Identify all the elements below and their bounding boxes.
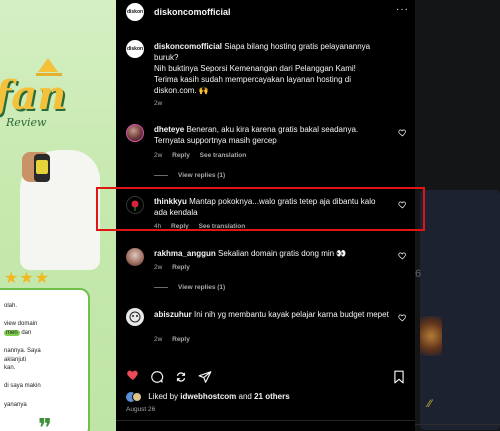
cartoon-avatar-icon	[129, 311, 141, 323]
background-divider	[415, 424, 500, 425]
background-mark: ⁄⁄	[428, 398, 432, 410]
avatar[interactable]	[126, 308, 144, 326]
post-date: August 26	[126, 406, 156, 413]
avatar[interactable]	[126, 124, 144, 142]
comment-username[interactable]: rakhma_anggun	[154, 249, 216, 258]
liked-by-user[interactable]: idwebhostcom	[180, 392, 236, 401]
reply-link[interactable]: Reply	[172, 264, 190, 271]
like-heart-icon[interactable]	[398, 313, 407, 322]
comment-time: 2w	[154, 336, 163, 343]
comment-text: diskoncomofficial Siapa bilang hosting g…	[154, 41, 390, 96]
comment-meta: 2w Reply	[154, 336, 198, 343]
review-card-line: view domain men dan	[4, 321, 38, 336]
comment-meta: 2w Reply	[154, 264, 198, 271]
image-review-word: Review	[6, 116, 47, 129]
quote-icon: ❞	[38, 414, 52, 431]
view-replies-link[interactable]: View replies (1)	[154, 172, 225, 179]
review-card-line: di saya makin	[4, 383, 41, 390]
rating-stars: ★★★	[4, 270, 51, 287]
review-card: olah. view domain men dan nannya. Saya akl…	[0, 288, 90, 431]
review-card-line: nannya. Saya aklanjuti kan.	[4, 348, 41, 371]
caption-comment: diskon diskoncomofficial Siapa bilang ho…	[116, 30, 415, 110]
comment-meta: 2w Reply See translation	[154, 152, 254, 159]
comment-time: 2w	[154, 100, 163, 107]
comment: rakhma_anggun Sekalian domain gratis don…	[116, 238, 415, 298]
avatar[interactable]	[126, 248, 144, 266]
comment-text: abiszuhur Ini nih yg membantu kayak pela…	[154, 309, 390, 320]
highlight-box	[96, 187, 425, 231]
comment: dheteye Beneran, aku kira karena gratis …	[116, 114, 415, 184]
comment-username[interactable]: abiszuhur	[154, 310, 192, 319]
comment: abiszuhur Ini nih yg membantu kayak pela…	[116, 298, 415, 358]
more-options-icon[interactable]: ···	[396, 4, 409, 15]
post-header: diskon diskoncomofficial ···	[116, 0, 415, 24]
comment-meta: 2w	[154, 100, 170, 107]
like-heart-icon[interactable]	[126, 370, 140, 383]
comment-time: 2w	[154, 152, 163, 159]
comment-icon[interactable]	[150, 370, 164, 384]
see-translation-link[interactable]: See translation	[200, 152, 247, 159]
replies-dash	[154, 286, 168, 288]
comment-body: Ini nih yg membantu kayak pelajar karna …	[194, 310, 389, 319]
divider	[116, 420, 415, 421]
replies-dash	[154, 174, 168, 176]
smartwatch-face	[36, 160, 48, 174]
image-brand-word: fan	[0, 72, 67, 119]
like-heart-icon[interactable]	[398, 251, 407, 260]
view-replies-link[interactable]: View replies (1)	[154, 284, 225, 291]
comment-text: rakhma_anggun Sekalian domain gratis don…	[154, 248, 390, 259]
share-icon[interactable]	[198, 370, 212, 384]
liked-by-others[interactable]: 21 others	[254, 392, 290, 401]
like-heart-icon[interactable]	[398, 128, 407, 137]
comment-body: Sekalian domain gratis dong min 👀	[218, 249, 347, 258]
reply-link[interactable]: Reply	[172, 152, 190, 159]
repost-icon[interactable]	[174, 370, 188, 384]
review-card-line: yananya	[4, 401, 27, 408]
review-card-line: olah.	[4, 303, 18, 309]
avatar[interactable]: diskon	[126, 3, 144, 21]
background-glow	[420, 316, 442, 356]
background-number: 6	[415, 268, 422, 280]
comment-username[interactable]: diskoncomofficial	[154, 42, 222, 51]
background-card	[420, 190, 500, 430]
comment-body: Beneran, aku kira karena gratis bakal se…	[154, 125, 359, 145]
post-username[interactable]: diskoncomofficial	[154, 7, 231, 17]
post-actions	[116, 368, 415, 388]
comment-username[interactable]: dheteye	[154, 125, 184, 134]
comment-time: 2w	[154, 264, 163, 271]
avatar[interactable]: diskon	[126, 40, 144, 58]
bookmark-icon[interactable]	[393, 370, 405, 384]
liked-by: Liked by idwebhostcom and 21 others	[126, 392, 290, 402]
screen: fan Review ★★★ olah. view domain men dan …	[0, 0, 500, 431]
comment-text: dheteye Beneran, aku kira karena gratis …	[154, 124, 390, 146]
liked-by-avatars	[126, 392, 142, 402]
reply-link[interactable]: Reply	[172, 336, 190, 343]
